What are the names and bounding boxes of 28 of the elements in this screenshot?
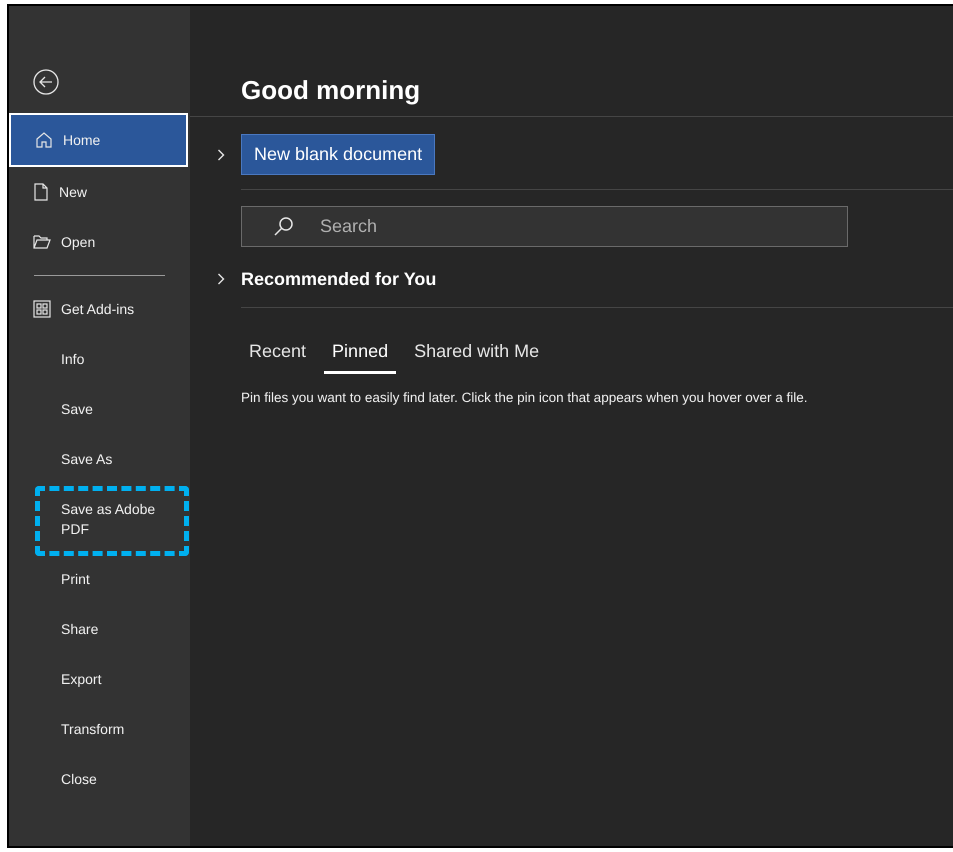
folder-icon (33, 235, 51, 249)
sidebar-item[interactable]: Share (9, 604, 190, 654)
sidebar-item[interactable]: Transform (9, 704, 190, 754)
add-ins-icon (33, 300, 51, 318)
sidebar-item[interactable]: Save As (9, 434, 190, 484)
sidebar-item[interactable]: Export (9, 654, 190, 704)
chevron-icon[interactable] (217, 273, 225, 285)
sidebar-item[interactable]: New (9, 167, 190, 217)
sidebar-item[interactable]: Home (9, 113, 188, 167)
sidebar-item[interactable]: Print (9, 554, 190, 604)
search-icon (273, 215, 295, 237)
document-icon (33, 183, 49, 201)
new-blank-document-button[interactable]: New blank document (241, 134, 436, 175)
tab[interactable]: Recent (241, 338, 314, 374)
back-icon[interactable] (33, 69, 59, 95)
sidebar-item[interactable]: Close (9, 754, 190, 804)
tab[interactable]: Pinned (324, 338, 396, 374)
sidebar-item[interactable]: Info (9, 334, 190, 384)
pinned-hint-text: Pin files you want to easily find later. Click the pin icon that appears when you hover over a file. (240, 389, 809, 407)
sidebar-item[interactable]: Open (9, 217, 190, 267)
greeting-title: Good morning (190, 74, 953, 117)
search-field[interactable]: Search (241, 206, 848, 247)
chevron-icon[interactable] (217, 148, 225, 160)
home-icon (35, 131, 53, 149)
section-heading: Recommended for You (241, 268, 436, 291)
sidebar-item[interactable]: Save (9, 384, 190, 434)
tab[interactable]: Shared with Me (406, 338, 548, 374)
sidebar-item[interactable]: Get Add-ins (9, 284, 190, 334)
